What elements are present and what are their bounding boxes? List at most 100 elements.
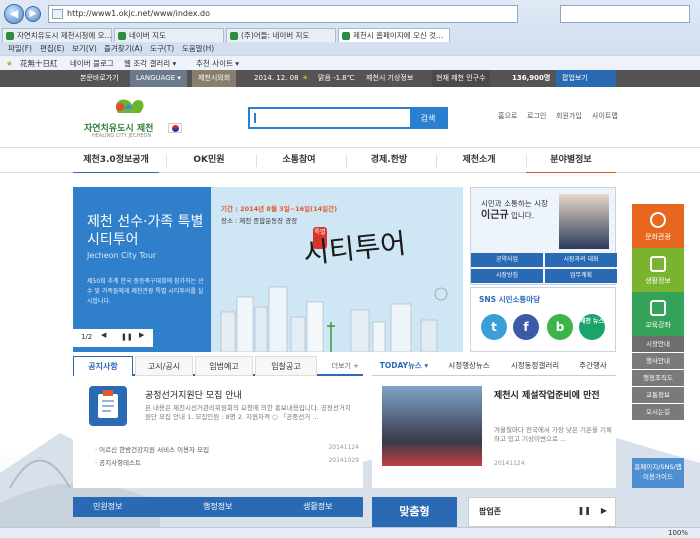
tab-2[interactable]: 네이버 지도 — [114, 28, 224, 42]
popup-next-button[interactable]: ▶ — [601, 506, 607, 515]
menu-favorites[interactable]: 즐겨찾기(A) — [104, 42, 143, 55]
address-bar[interactable]: http://www1.okjc.net/www/index.do — [48, 5, 518, 23]
mayor-message-line2: 입니다. — [511, 211, 535, 220]
nav-participation[interactable]: 소통참여 — [256, 148, 342, 174]
menu-help[interactable]: 도움말(H) — [182, 42, 214, 55]
notice-item[interactable]: · 공지사항테스트 — [95, 457, 141, 467]
mayor-name: 이근규 — [481, 210, 509, 221]
quick-life[interactable]: 생활정보 — [632, 248, 684, 292]
bottom-admin-info[interactable]: 행정정보 — [203, 497, 232, 517]
menu-edit[interactable]: 편집(E) — [40, 42, 64, 55]
sns-box: SNS 시민소통마당 t f b 제천 뉴스 — [470, 287, 616, 352]
nav-field-info[interactable]: 분야별정보 — [526, 148, 616, 174]
fav-item-4[interactable]: 추천 사이트 ▾ — [196, 56, 239, 71]
tab-notice[interactable]: 공지사항 — [73, 356, 133, 376]
mayor-message-line1: 시민과 소통하는 시장 — [481, 199, 548, 208]
tab-3[interactable]: (주)어들: 네이버 지도 — [226, 28, 336, 42]
zoom-level[interactable]: 100% — [668, 528, 688, 538]
browser-status-bar: 100% — [0, 527, 700, 538]
util-home[interactable]: 홈으로 — [498, 111, 517, 121]
nav-open-info[interactable]: 제천3.0정보공개 — [73, 148, 159, 174]
news-panel: TODAY뉴스 ▾ 시정행상뉴스 시정동정갤러리 주간행사 제천시 제설작업준비… — [372, 356, 616, 488]
notice-item-date: 20141029 — [328, 457, 359, 464]
banner-pause-button[interactable]: ❚❚ — [121, 333, 133, 341]
weather-text: 맑음 -1.8℃ — [318, 74, 355, 82]
today-date: 2014. 12. 08 — [254, 74, 299, 82]
tab-gallery[interactable]: 시정동정갤러리 — [502, 356, 568, 376]
menu-view[interactable]: 보기(V) — [72, 42, 97, 55]
quick-culture[interactable]: 문화관광 — [632, 204, 684, 248]
forward-button[interactable]: ▶ — [25, 6, 41, 22]
popup-view-button[interactable]: 팝업보기 — [556, 70, 616, 87]
banner-prev-button[interactable]: ◀ — [101, 331, 106, 339]
popup-pause-button[interactable]: ❚❚ — [578, 506, 591, 515]
browser-search-input[interactable] — [560, 5, 690, 23]
notice-more-link[interactable]: 더보기 + — [332, 361, 359, 371]
tab-today-news[interactable]: TODAY뉴스 ▾ — [372, 356, 436, 376]
news-date: 20141124 — [494, 460, 525, 467]
mayor-pledge-button[interactable]: 공약사업 — [471, 253, 543, 267]
util-signup[interactable]: 회원가입 — [556, 111, 582, 121]
council-link[interactable]: 제천시의회 — [192, 70, 237, 87]
nav-civil-service[interactable]: OK민원 — [166, 148, 252, 174]
quick-directions[interactable]: 오시는길 — [632, 404, 684, 420]
menu-file[interactable]: 파일(F) — [8, 42, 32, 55]
fav-item-1[interactable]: 花無十日紅 — [20, 56, 58, 71]
language-select[interactable]: LANGUAGE ▾ — [130, 70, 187, 87]
blog-icon[interactable]: b — [547, 314, 573, 340]
weather-info-link[interactable]: 제천시 기상정보 — [366, 70, 413, 87]
favorites-star-icon[interactable]: ★ — [6, 56, 13, 71]
bottom-civil-info[interactable]: 민원정보 — [93, 497, 122, 517]
tab-announcement[interactable]: 고시/공시 — [135, 356, 193, 376]
banner-next-button[interactable]: ▶ — [139, 331, 144, 339]
tab-admin-news[interactable]: 시정행상뉴스 — [438, 356, 500, 376]
mayor-message: 시민과 소통하는 시장 이근규 입니다. — [481, 198, 548, 222]
customized-button[interactable]: 맞춤형 — [372, 497, 457, 527]
city-skyline-illustration — [220, 286, 448, 352]
search-button[interactable]: 검색 — [410, 109, 446, 127]
mayor-talk-button[interactable]: 시장과의 대화 — [545, 253, 617, 267]
site-header: 자연치유도시 제천 HEALING CITY JECHEON 검색 홈으로 로그… — [0, 87, 700, 147]
banner-subtitle: Jecheon City Tour — [87, 251, 157, 260]
quick-sns-guide[interactable]: 홈페이지/SNS/앱 이용가이드 — [632, 458, 684, 488]
news-title[interactable]: 제천시 제설작업준비에 만전 — [494, 390, 614, 402]
notice-item-date: 20141124 — [328, 444, 359, 451]
fav-item-2[interactable]: 네이버 블로그 — [70, 56, 114, 71]
population-label: 현재 제천 인구수 — [432, 70, 490, 87]
nav-about[interactable]: 제천소개 — [436, 148, 522, 174]
skip-to-content-link[interactable]: 본문바로가기 — [80, 70, 119, 87]
facebook-icon[interactable]: f — [513, 314, 539, 340]
quick-org-chart[interactable]: 행정조직도 — [632, 370, 684, 386]
mayor-box[interactable]: 시민과 소통하는 시장 이근규 입니다. 공약사업 시장과의 대화 시장방침 업… — [470, 187, 617, 285]
tab-weekly[interactable]: 주간행사 — [570, 356, 616, 376]
fav-item-3[interactable]: 웹 조각 갤러리 ▾ — [124, 56, 176, 71]
tab-4[interactable]: 제천시 홈페이지에 오신 것... — [338, 28, 450, 42]
news-photo[interactable] — [382, 386, 482, 466]
quick-event-info[interactable]: 행사안내 — [632, 353, 684, 369]
quick-traffic-info[interactable]: 교통정보 — [632, 387, 684, 403]
mayor-plan-button[interactable]: 업무계획 — [545, 269, 617, 283]
nav-economy[interactable]: 경제.한방 — [346, 148, 432, 174]
notice-feature-title[interactable]: 공정선거지원단 모집 안내 — [145, 388, 242, 401]
jecheon-news-icon[interactable]: 제천 뉴스 — [579, 314, 605, 340]
tab-legislation[interactable]: 입법예고 — [195, 356, 253, 376]
util-sitemap[interactable]: 사이트맵 — [592, 111, 618, 121]
tab-1[interactable]: 자연치유도시 제천시청에 오... — [2, 28, 112, 42]
mayor-policy-button[interactable]: 시장방침 — [471, 269, 543, 283]
util-login[interactable]: 로그인 — [527, 111, 546, 121]
book-icon — [650, 300, 666, 316]
quick-mayor-info[interactable]: 시장안내 — [632, 336, 684, 352]
main-banner[interactable]: 제천 선수·가족 특별시티투어 Jecheon City Tour 제50회 추… — [73, 187, 463, 352]
menu-tools[interactable]: 도구(T) — [150, 42, 174, 55]
banner-period-text: 기간 : 2014년 8월 3일~16일(14일간) — [221, 205, 338, 213]
twitter-icon[interactable]: t — [481, 314, 507, 340]
tab-bidding[interactable]: 입찰공고 — [255, 356, 317, 376]
bottom-life-info[interactable]: 생활정보 — [303, 497, 332, 517]
notice-item[interactable]: · 어르신 한방건강지원 서비스 이용자 모집 — [95, 444, 209, 454]
quick-menu: 문화관광 생활정보 교육강좌 시장안내 행사안내 행정조직도 교통정보 오시는길… — [632, 204, 684, 504]
monitor-icon — [650, 256, 666, 272]
popup-zone: 팝업존 ❚❚ ▶ — [468, 497, 616, 527]
notice-feature-icon — [89, 386, 127, 426]
quick-education[interactable]: 교육강좌 — [632, 292, 684, 336]
back-button[interactable]: ◀ — [4, 4, 24, 24]
